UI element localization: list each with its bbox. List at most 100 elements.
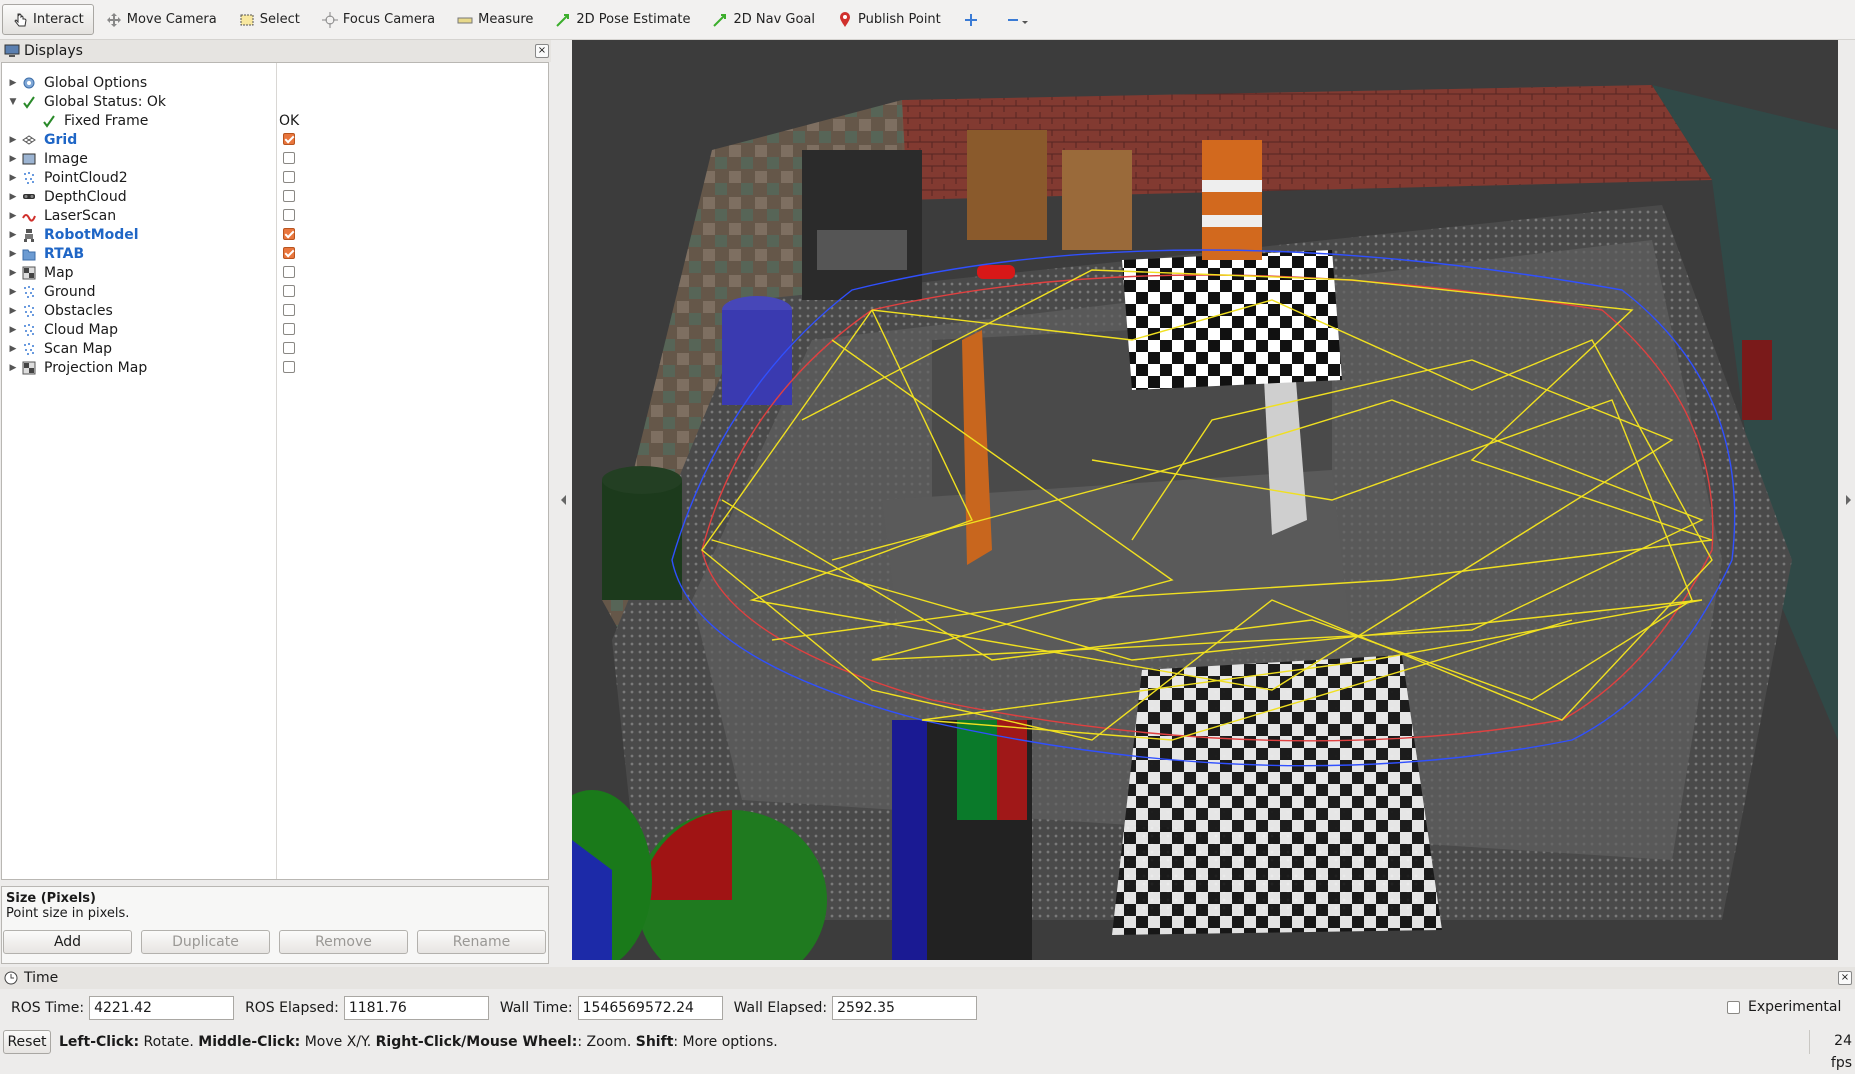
depthcloud-enable-checkbox[interactable] (283, 190, 295, 202)
focus-camera-tool-button[interactable]: Focus Camera (312, 4, 445, 35)
wall-time-field[interactable]: 1546569572.24 (577, 996, 723, 1020)
robotmodel-enable-checkbox[interactable] (283, 228, 295, 240)
tree-item-robotmodel[interactable]: ▶ RobotModel (2, 225, 548, 244)
green-arrow-icon (712, 12, 728, 28)
ros-time-field[interactable]: 4221.42 (89, 996, 235, 1020)
tree-item-scan-map[interactable]: ▶ Scan Map (2, 339, 548, 358)
laserscan-enable-checkbox[interactable] (283, 209, 295, 221)
focus-crosshair-icon (321, 11, 338, 28)
rtab-enable-checkbox[interactable] (283, 247, 295, 259)
displays-button-bar: Add Duplicate Remove Rename (0, 926, 551, 958)
projection-map-enable-checkbox[interactable] (283, 361, 295, 373)
interact-tool-button[interactable]: Interact (2, 4, 94, 35)
duplicate-button[interactable]: Duplicate (141, 930, 270, 954)
map-pin-icon (837, 11, 853, 28)
tree-item-pointcloud2[interactable]: ▶ PointCloud2 (2, 168, 548, 187)
remove-button[interactable]: Remove (279, 930, 408, 954)
tree-item-grid[interactable]: ▶ Grid (2, 130, 548, 149)
rename-button[interactable]: Rename (417, 930, 546, 954)
expand-arrow-icon[interactable]: ▶ (6, 344, 20, 354)
check-icon (42, 114, 58, 128)
expand-arrow-icon[interactable]: ▶ (6, 173, 20, 183)
image-enable-checkbox[interactable] (283, 152, 295, 164)
tree-item-label: Fixed Frame (64, 112, 149, 129)
expand-arrow-icon[interactable]: ▶ (6, 230, 20, 240)
expand-arrow-icon[interactable]: ▶ (6, 211, 20, 221)
tree-item-label: Grid (44, 131, 78, 148)
expand-arrow-icon[interactable]: ▶ (6, 192, 20, 202)
expand-arrow-icon[interactable]: ▶ (6, 154, 20, 164)
wall-time-label: Wall Time: (499, 1000, 573, 1016)
measure-tool-button[interactable]: Measure (447, 4, 543, 35)
grid-icon (22, 133, 38, 147)
gear-icon (22, 76, 38, 90)
expand-arrow-icon[interactable]: ▶ (6, 325, 20, 335)
pointcloud-icon (22, 323, 38, 337)
add-tool-button[interactable] (953, 4, 994, 35)
reset-button[interactable]: Reset (3, 1030, 51, 1054)
tree-item-label: Obstacles (44, 302, 113, 319)
expand-arrow-icon[interactable]: ▶ (6, 135, 20, 145)
tree-item-ground[interactable]: ▶ Ground (2, 282, 548, 301)
time-panel-header: Time × (0, 967, 1855, 989)
tree-item-fixed-frame[interactable]: Fixed Frame OK (2, 111, 548, 130)
tree-item-image[interactable]: ▶ Image (2, 149, 548, 168)
tree-item-global-status[interactable]: ▼ Global Status: Ok (2, 92, 548, 111)
publish-point-label: Publish Point (858, 12, 941, 27)
experimental-checkbox[interactable] (1727, 1001, 1740, 1014)
move-camera-icon (106, 12, 122, 28)
expand-arrow-icon[interactable]: ▶ (6, 249, 20, 259)
grid-enable-checkbox[interactable] (283, 133, 295, 145)
expand-arrow-icon[interactable]: ▶ (6, 78, 20, 88)
move-camera-tool-button[interactable]: Move Camera (96, 4, 227, 35)
ground-enable-checkbox[interactable] (283, 285, 295, 297)
expand-arrow-icon[interactable]: ▶ (6, 268, 20, 278)
expand-arrow-icon[interactable]: ▶ (6, 306, 20, 316)
wall-elapsed-field[interactable]: 2592.35 (832, 996, 978, 1020)
tool-options-dropdown[interactable] (996, 4, 1037, 35)
time-panel: ROS Time: 4221.42 ROS Elapsed: 1181.76 W… (0, 990, 1855, 1026)
nav-goal-tool-button[interactable]: 2D Nav Goal (702, 4, 825, 35)
tree-item-global-options[interactable]: ▶ Global Options (2, 73, 548, 92)
obstacles-enable-checkbox[interactable] (283, 304, 295, 316)
hand-pointer-icon (12, 12, 28, 28)
tree-item-depthcloud[interactable]: ▶ DepthCloud (2, 187, 548, 206)
add-button[interactable]: Add (3, 930, 132, 954)
collapse-arrow-icon[interactable]: ▼ (6, 97, 20, 107)
displays-tree: ▶ Global Options ▼ Global Status: Ok Fix… (1, 62, 549, 880)
focus-camera-label: Focus Camera (342, 12, 436, 27)
pose-estimate-tool-button[interactable]: 2D Pose Estimate (545, 4, 700, 35)
left-splitter-handle[interactable] (553, 40, 572, 960)
close-icon[interactable]: × (535, 44, 549, 58)
status-hint: Left-Click: Rotate. Middle-Click: Move X… (59, 1034, 778, 1050)
tree-item-label: RTAB (44, 245, 85, 262)
tree-item-label: Projection Map (44, 359, 148, 376)
scan-map-enable-checkbox[interactable] (283, 342, 295, 354)
pointcloud2-enable-checkbox[interactable] (283, 171, 295, 183)
tree-item-rtab[interactable]: ▶ RTAB (2, 244, 548, 263)
tree-item-label: Map (44, 264, 74, 281)
tree-item-map[interactable]: ▶ Map (2, 263, 548, 282)
publish-point-tool-button[interactable]: Publish Point (827, 4, 951, 35)
move-camera-label: Move Camera (126, 12, 217, 27)
expand-arrow-icon[interactable]: ▶ (6, 363, 20, 373)
close-icon[interactable]: × (1838, 971, 1852, 985)
tree-item-obstacles[interactable]: ▶ Obstacles (2, 301, 548, 320)
ros-elapsed-field[interactable]: 1181.76 (343, 996, 489, 1020)
tree-item-label: Cloud Map (44, 321, 118, 338)
tree-item-label: Ground (44, 283, 96, 300)
right-splitter-handle[interactable] (1838, 40, 1855, 960)
tree-item-label: Global Options (44, 74, 148, 91)
select-tool-button[interactable]: Select (229, 4, 310, 35)
3d-render-view[interactable] (532, 40, 1838, 990)
cloud-map-enable-checkbox[interactable] (283, 323, 295, 335)
expand-arrow-icon[interactable]: ▶ (6, 287, 20, 297)
map-enable-checkbox[interactable] (283, 266, 295, 278)
tree-item-cloud-map[interactable]: ▶ Cloud Map (2, 320, 548, 339)
pointcloud-icon (22, 304, 38, 318)
tree-item-label: Scan Map (44, 340, 113, 357)
tree-item-projection-map[interactable]: ▶ Projection Map (2, 358, 548, 377)
monitor-icon (4, 44, 20, 58)
tree-item-laserscan[interactable]: ▶ LaserScan (2, 206, 548, 225)
tree-item-label: LaserScan (44, 207, 117, 224)
